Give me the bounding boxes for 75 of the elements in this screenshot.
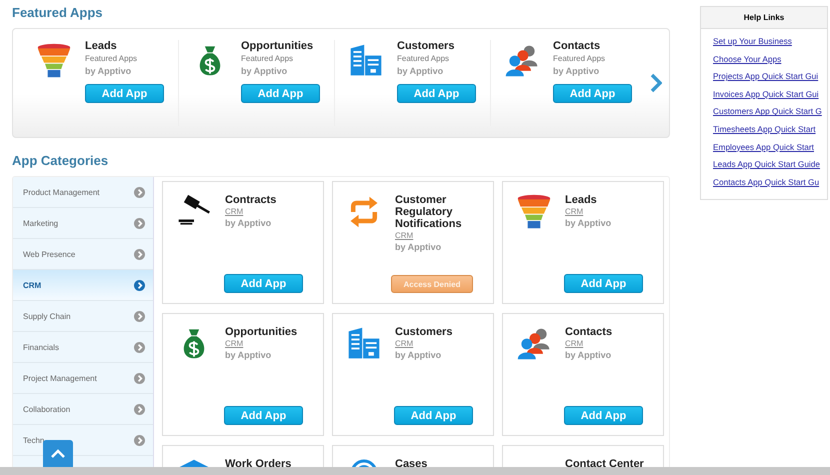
funnel-icon — [516, 194, 552, 230]
chevron-circle-icon — [134, 310, 145, 322]
vendor-label: by Apptivo — [565, 217, 612, 230]
help-link[interactable]: Contacts App Quick Start Gu — [713, 174, 827, 192]
chevron-circle-icon — [134, 280, 145, 290]
category-link[interactable]: CRM — [565, 206, 584, 217]
app-name: Contacts — [553, 40, 600, 53]
category-link[interactable]: CRM — [395, 230, 414, 241]
category-label: Marketing — [23, 218, 58, 228]
category-item[interactable]: Product Management — [13, 177, 153, 208]
vendor-label: by Apptivo — [553, 65, 600, 78]
vendor-label: by Apptivo — [397, 65, 444, 78]
category-label: Financials — [23, 342, 60, 352]
help-link[interactable]: Set up Your Business — [713, 33, 827, 51]
category-item[interactable]: Marketing — [13, 208, 153, 239]
radar-icon — [349, 458, 379, 469]
help-link[interactable]: Leads App Quick Start Guide — [713, 156, 827, 174]
category-item[interactable]: Financials — [13, 332, 153, 363]
app-name: Customers — [395, 326, 452, 338]
vendor-label: by Apptivo — [225, 217, 272, 230]
help-link[interactable]: Employees App Quick Start — [713, 138, 827, 156]
help-link[interactable]: Timesheets App Quick Start — [713, 120, 827, 139]
category-item[interactable]: Collaboration — [13, 394, 153, 425]
vendor-label: by Apptivo — [241, 65, 288, 78]
category-link[interactable]: CRM — [225, 206, 244, 217]
app-subtitle: Featured Apps — [85, 53, 138, 65]
app-name: Opportunities — [241, 40, 314, 53]
app-name: Customers — [397, 40, 454, 53]
app-name: Contacts — [565, 326, 612, 338]
funnel-icon — [36, 43, 72, 79]
category-label: Techn — [23, 436, 44, 444]
category-label: Collaboration — [23, 404, 70, 414]
chevron-circle-icon — [134, 248, 145, 260]
chevron-up-icon — [50, 449, 66, 459]
help-link[interactable]: Invoices App Quick Start Gui — [713, 86, 827, 104]
app-name: Cases — [395, 458, 428, 469]
help-title: Help Links — [701, 7, 827, 29]
app-name: Opportunities — [225, 326, 298, 338]
chevron-circle-icon — [134, 434, 145, 446]
category-link[interactable]: CRM — [395, 338, 414, 349]
chevron-circle-icon — [134, 218, 145, 228]
category-label: Supply Chain — [23, 312, 71, 320]
vendor-label: by Apptivo — [565, 349, 612, 362]
app-subtitle: Featured Apps — [553, 53, 606, 65]
category-item[interactable]: CRM — [13, 270, 153, 301]
category-label: CRM — [23, 280, 42, 290]
help-link[interactable]: Customers App Quick Start G — [713, 103, 827, 121]
app-subtitle: Featured Apps — [241, 53, 294, 65]
app-name: Contact Center — [565, 458, 644, 469]
vendor-label: by Apptivo — [85, 65, 132, 78]
category-link[interactable]: CRM — [225, 338, 244, 349]
category-label: Project Management — [23, 374, 97, 382]
app-subtitle: Featured Apps — [397, 53, 450, 65]
category-label: Web Presence — [23, 250, 76, 258]
chevron-circle-icon — [134, 342, 145, 352]
chevron-circle-icon — [134, 186, 145, 198]
chevron-circle-icon — [134, 372, 145, 384]
app-name: Leads — [85, 40, 117, 53]
section-title: App Categories — [12, 152, 110, 170]
category-item[interactable]: Project Management — [13, 363, 153, 394]
app-name: Leads — [565, 194, 597, 206]
scroll-to-top-button[interactable] — [43, 440, 73, 468]
vendor-label: by Apptivo — [395, 349, 442, 362]
category-item[interactable]: Supply Chain — [13, 301, 153, 332]
vendor-label: by Apptivo — [395, 241, 442, 254]
chevron-circle-icon — [134, 404, 145, 414]
help-link[interactable]: Choose Your Apps — [713, 50, 827, 68]
section-title: Featured Apps — [12, 4, 104, 22]
app-name: Work Orders — [225, 458, 292, 469]
help-link[interactable]: Projects App Quick Start Gui — [713, 68, 827, 86]
category-label: Product Management — [23, 188, 100, 196]
app-name: Customer Regulatory Notifications — [395, 194, 463, 230]
category-link[interactable]: CRM — [565, 338, 584, 349]
app-name: Contracts — [225, 194, 276, 206]
vendor-label: by Apptivo — [225, 349, 272, 362]
